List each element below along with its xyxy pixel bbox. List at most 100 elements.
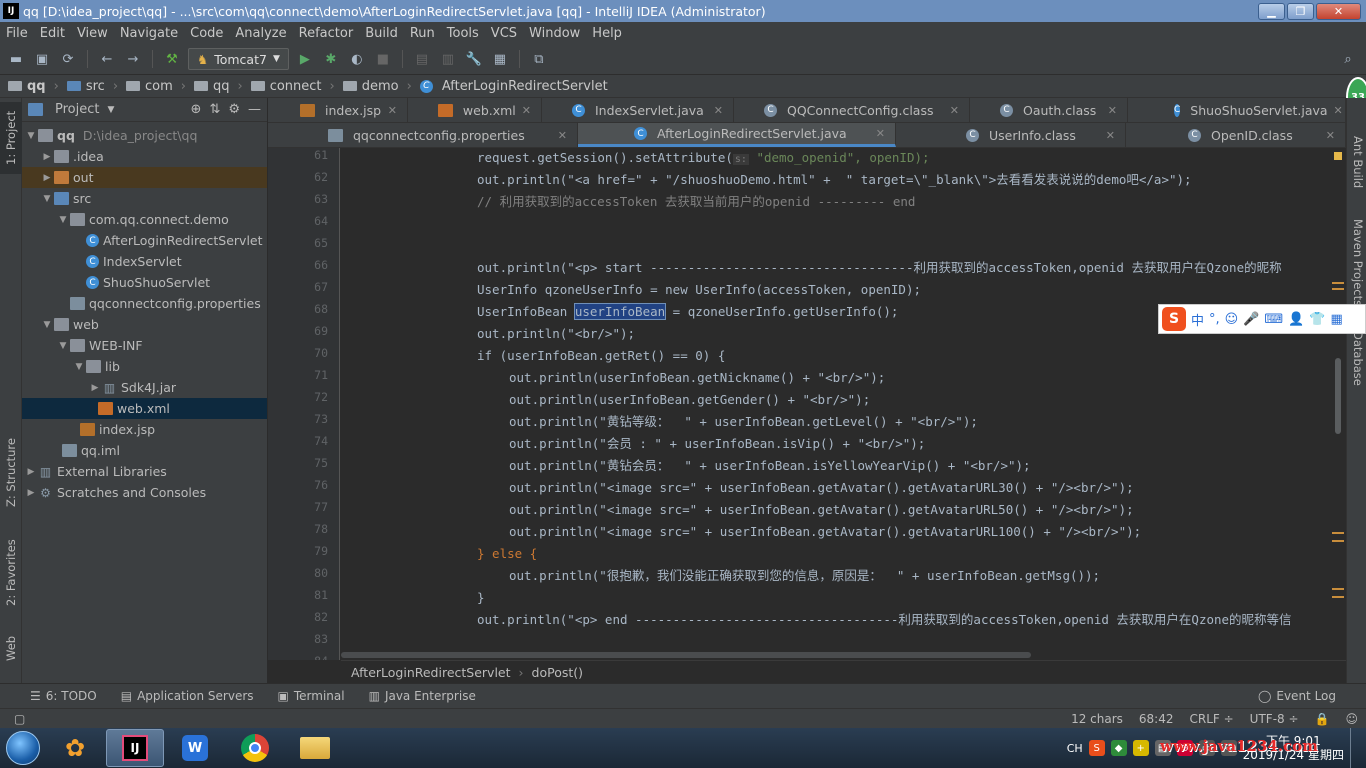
menu-edit[interactable]: Edit bbox=[34, 26, 71, 41]
taskbar-app-chrome[interactable] bbox=[226, 729, 284, 767]
tool-tab-project[interactable]: 1: Project bbox=[0, 102, 22, 174]
open-folder-icon[interactable]: ▬ bbox=[6, 49, 26, 69]
menu-refactor[interactable]: Refactor bbox=[293, 26, 360, 41]
code-editor[interactable]: request.getSession().setAttribute(s: "de… bbox=[341, 148, 1307, 660]
chevron-down-icon[interactable]: ▼ bbox=[107, 105, 114, 115]
debug-icon[interactable]: ✱ bbox=[321, 49, 341, 69]
menu-view[interactable]: View bbox=[71, 26, 114, 41]
menu-tools[interactable]: Tools bbox=[441, 26, 485, 41]
tab-index-jsp[interactable]: index.jsp ✕ bbox=[268, 98, 408, 122]
locate-icon[interactable]: ⊕ bbox=[191, 102, 202, 117]
input-language[interactable]: CH bbox=[1067, 742, 1083, 755]
close-tab-icon[interactable]: ✕ bbox=[1334, 104, 1343, 117]
show-desktop-button[interactable] bbox=[1350, 728, 1360, 768]
nav-item[interactable]: qq bbox=[186, 79, 238, 94]
tree-item[interactable]: C IndexServlet bbox=[22, 251, 267, 272]
expand-arrow-icon[interactable]: ▶ bbox=[40, 173, 54, 183]
save-all-icon[interactable]: ▣ bbox=[32, 49, 52, 69]
taskbar-app-wps[interactable]: W bbox=[166, 729, 224, 767]
tool-tab-ant-build[interactable]: Ant Build bbox=[1347, 122, 1366, 202]
menu-help[interactable]: Help bbox=[586, 26, 628, 41]
close-tab-icon[interactable]: ✕ bbox=[714, 104, 723, 117]
tab-shuoshuoservlet[interactable]: C ShuoShuoServlet.java ✕ bbox=[1128, 98, 1346, 122]
menu-build[interactable]: Build bbox=[359, 26, 404, 41]
tree-item[interactable]: index.jsp bbox=[22, 419, 267, 440]
vcs-icon[interactable]: ⧉ bbox=[529, 49, 549, 69]
tree-item[interactable]: ▼ com.qq.connect.demo bbox=[22, 209, 267, 230]
menu-window[interactable]: Window bbox=[523, 26, 586, 41]
menu-vcs[interactable]: VCS bbox=[485, 26, 523, 41]
plus-icon[interactable]: + bbox=[1132, 740, 1149, 756]
tree-item[interactable]: ▼ lib bbox=[22, 356, 267, 377]
grid-icon[interactable]: ▦ bbox=[1331, 312, 1343, 327]
tool-tab-favorites[interactable]: 2: Favorites bbox=[0, 528, 22, 618]
tree-item[interactable]: ▼ qq D:\idea_project\qq bbox=[22, 125, 267, 146]
run-icon[interactable]: ▶ bbox=[295, 49, 315, 69]
ime-toolbar[interactable]: S 中 °, ☺ 🎤 ⌨ 👤 👕 ▦ bbox=[1158, 304, 1366, 334]
forward-icon[interactable]: → bbox=[123, 49, 143, 69]
tool-java-enterprise[interactable]: ▥ Java Enterprise bbox=[357, 689, 488, 703]
expand-arrow-icon[interactable]: ▼ bbox=[40, 320, 54, 330]
expand-arrow-icon[interactable]: ▼ bbox=[24, 131, 38, 141]
close-tab-icon[interactable]: ✕ bbox=[522, 104, 531, 117]
expand-arrow-icon[interactable]: ▼ bbox=[40, 194, 54, 204]
attach-icon[interactable]: ▤ bbox=[412, 49, 432, 69]
menu-run[interactable]: Run bbox=[404, 26, 441, 41]
tab-qqconnectconfig[interactable]: C QQConnectConfig.class ✕ bbox=[734, 98, 970, 122]
minimize-button[interactable]: ▁ bbox=[1258, 2, 1285, 20]
settings-wrench-icon[interactable]: 🔧 bbox=[464, 49, 484, 69]
stop-icon[interactable]: ■ bbox=[373, 49, 393, 69]
user-icon[interactable]: 👤 bbox=[1288, 312, 1304, 327]
run-config-select[interactable]: ♞ Tomcat7 ▼ bbox=[188, 48, 289, 70]
close-tab-icon[interactable]: ✕ bbox=[1106, 129, 1115, 142]
search-icon[interactable]: ⌕ bbox=[1338, 49, 1358, 69]
tree-item[interactable]: ▶ ⚙ Scratches and Consoles bbox=[22, 482, 267, 503]
tree-item[interactable]: ▶ out bbox=[22, 167, 267, 188]
tab-web-xml[interactable]: web.xml ✕ bbox=[408, 98, 542, 122]
line-separator[interactable]: CRLF ÷ bbox=[1181, 712, 1241, 726]
tree-item[interactable]: C AfterLoginRedirectServlet bbox=[22, 230, 267, 251]
start-button[interactable] bbox=[0, 728, 46, 768]
tree-item[interactable]: qq.iml bbox=[22, 440, 267, 461]
project-view-select[interactable]: Project bbox=[55, 102, 99, 117]
tool-app-servers[interactable]: ▤ Application Servers bbox=[109, 689, 266, 703]
nav-item[interactable]: demo bbox=[335, 79, 407, 94]
tab-afterloginredirectservlet[interactable]: C AfterLoginRedirectServlet.java ✕ bbox=[578, 123, 896, 147]
back-icon[interactable]: ← bbox=[97, 49, 117, 69]
tree-item[interactable]: ▶ .idea bbox=[22, 146, 267, 167]
expand-arrow-icon[interactable]: ▶ bbox=[40, 152, 54, 162]
sync-icon[interactable]: ⟳ bbox=[58, 49, 78, 69]
tab-oauth[interactable]: C Oauth.class ✕ bbox=[970, 98, 1128, 122]
expand-arrow-icon[interactable]: ▶ bbox=[24, 467, 38, 477]
tool-terminal[interactable]: ▣ Terminal bbox=[266, 689, 357, 703]
tool-tab-maven[interactable]: Maven Projects bbox=[1347, 208, 1366, 318]
tree-item[interactable]: ▶ ▥ External Libraries bbox=[22, 461, 267, 482]
collapse-icon[interactable]: ⇅ bbox=[209, 102, 220, 117]
close-tab-icon[interactable]: ✕ bbox=[1326, 129, 1335, 142]
gear-icon[interactable]: ⚙ bbox=[228, 102, 240, 117]
close-tab-icon[interactable]: ✕ bbox=[558, 129, 567, 142]
close-tab-icon[interactable]: ✕ bbox=[876, 127, 885, 140]
tree-item[interactable]: web.xml bbox=[22, 398, 267, 419]
build-hammer-icon[interactable]: ⚒ bbox=[162, 49, 182, 69]
tab-userinfo-class[interactable]: C UserInfo.class ✕ bbox=[896, 123, 1126, 147]
horizontal-scrollbar[interactable] bbox=[341, 652, 1031, 658]
tool-tab-structure[interactable]: Z: Structure bbox=[0, 428, 22, 518]
breadcrumb-class[interactable]: AfterLoginRedirectServlet bbox=[351, 665, 511, 680]
sogou-tray-icon[interactable]: S bbox=[1088, 740, 1105, 756]
tool-windows-toggle-icon[interactable]: ▢ bbox=[6, 712, 33, 726]
menu-file[interactable]: File bbox=[0, 26, 34, 41]
vertical-scrollbar[interactable] bbox=[1335, 358, 1341, 434]
taskbar-app-explorer[interactable] bbox=[286, 729, 344, 767]
tool-tab-database[interactable]: Database bbox=[1347, 328, 1366, 388]
menu-analyze[interactable]: Analyze bbox=[229, 26, 292, 41]
nav-item[interactable]: com bbox=[118, 79, 181, 94]
expand-arrow-icon[interactable]: ▼ bbox=[56, 341, 70, 351]
tab-openid-class[interactable]: C OpenID.class ✕ bbox=[1126, 123, 1346, 147]
project-structure-icon[interactable]: ▦ bbox=[490, 49, 510, 69]
menu-code[interactable]: Code bbox=[184, 26, 229, 41]
breadcrumb-method[interactable]: doPost() bbox=[532, 665, 584, 680]
tree-item[interactable]: ▼ WEB-INF bbox=[22, 335, 267, 356]
tab-indexservlet[interactable]: C IndexServlet.java ✕ bbox=[542, 98, 734, 122]
skin-icon[interactable]: 👕 bbox=[1309, 312, 1325, 327]
